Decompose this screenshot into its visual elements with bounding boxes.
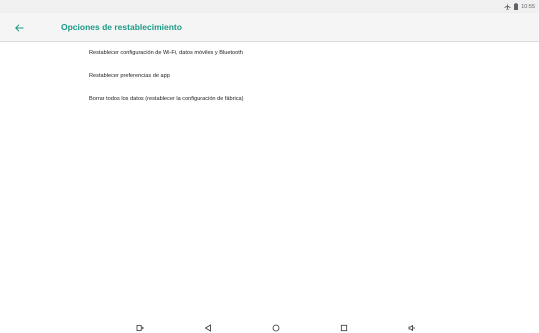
clock: 10:55 bbox=[521, 3, 535, 10]
arrow-back-icon[interactable] bbox=[12, 21, 26, 35]
navigation-bar bbox=[0, 321, 539, 333]
home-circle-icon[interactable] bbox=[271, 323, 281, 332]
screenshot-icon[interactable] bbox=[135, 323, 145, 332]
airplane-mode-icon bbox=[504, 3, 511, 10]
reset-network-settings-option[interactable]: Restablecer configuración de Wi-Fi, dato… bbox=[89, 49, 243, 57]
battery-icon bbox=[514, 3, 519, 10]
reset-app-preferences-option[interactable]: Restablecer preferencias de app bbox=[89, 72, 170, 80]
recents-square-icon[interactable] bbox=[339, 323, 349, 332]
app-bar: Opciones de restablecimiento bbox=[0, 13, 539, 42]
back-triangle-icon[interactable] bbox=[203, 323, 213, 332]
reset-options-list: Restablecer configuración de Wi-Fi, dato… bbox=[0, 42, 539, 322]
page-title: Opciones de restablecimiento bbox=[61, 22, 182, 32]
status-icons: 10:55 bbox=[504, 1, 535, 12]
volume-icon[interactable] bbox=[407, 323, 417, 332]
status-bar: 10:55 bbox=[0, 0, 539, 13]
factory-reset-option[interactable]: Borrar todos los datos (restablecer la c… bbox=[89, 95, 244, 103]
